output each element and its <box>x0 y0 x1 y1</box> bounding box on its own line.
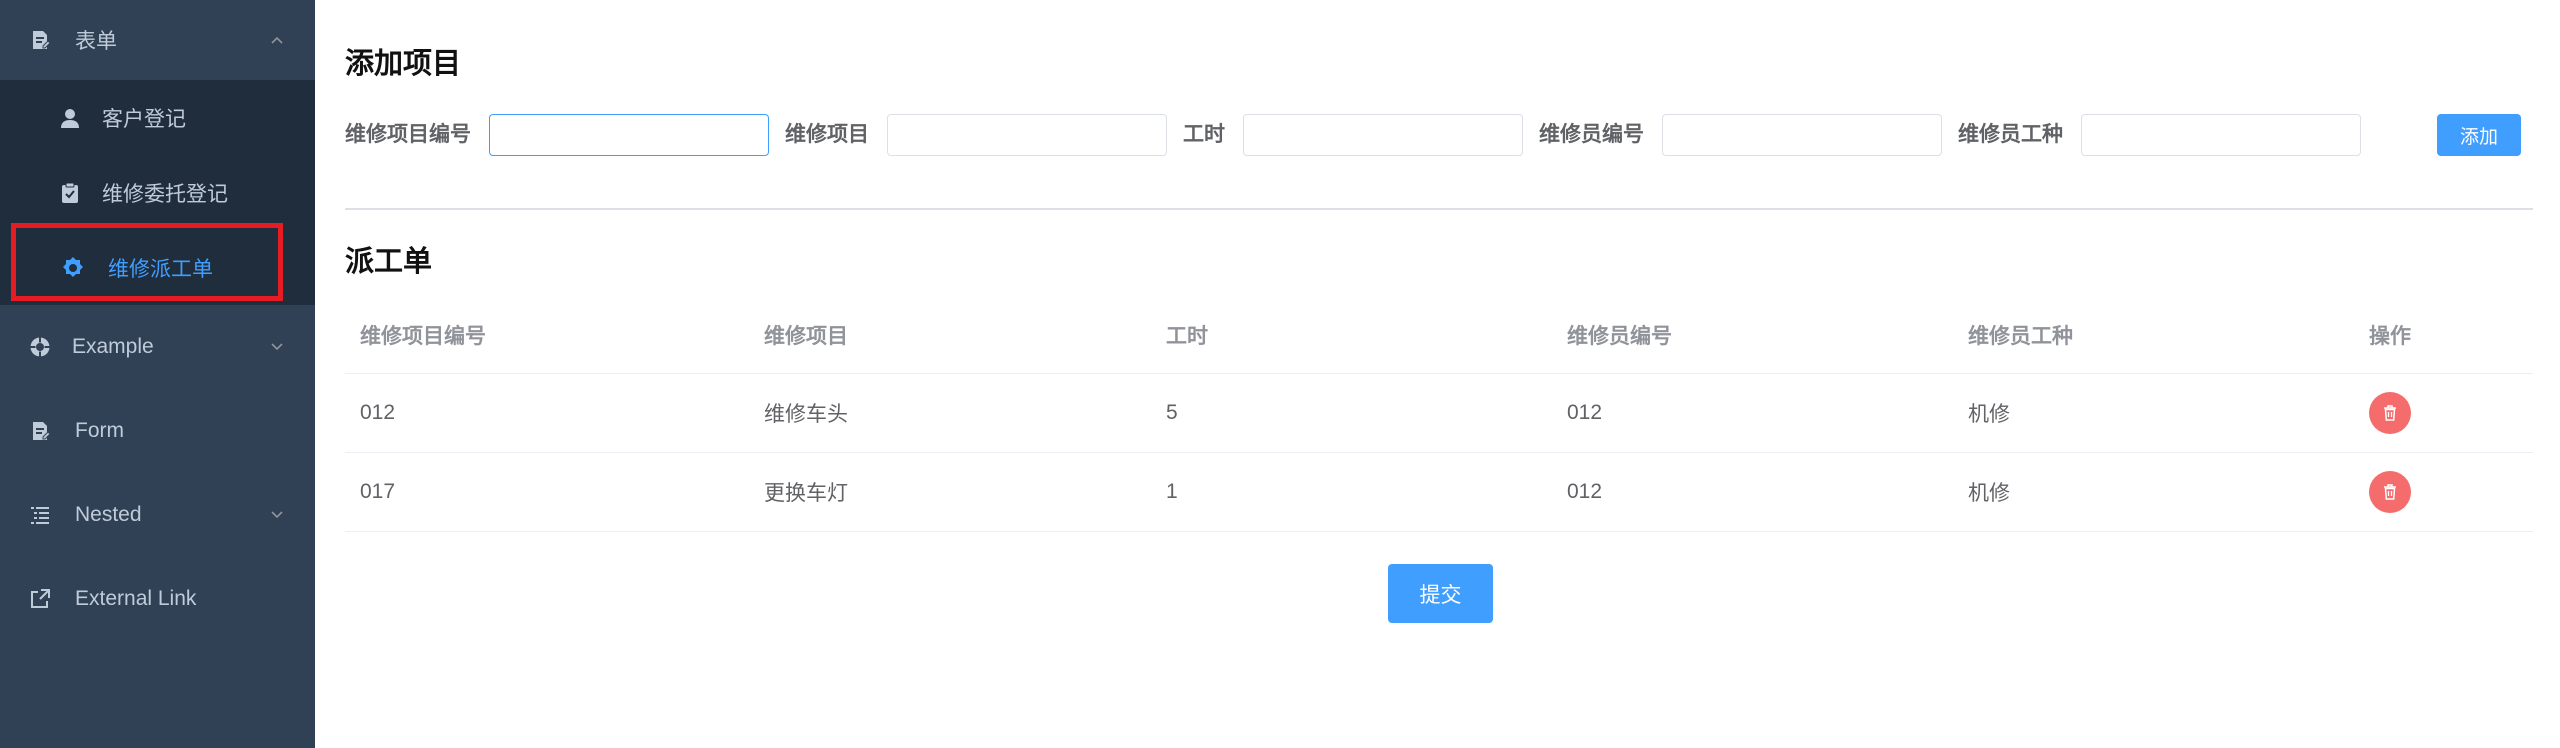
column-header: 维修员编号 <box>1567 324 1672 348</box>
cell-repairman-code: 012 <box>1567 480 1603 503</box>
repairman-code-label: 维修员编号 <box>1539 123 1644 146</box>
dispatch-order-title: 派工单 <box>345 246 433 278</box>
cell-repairman-type: 机修 <box>1968 482 2010 505</box>
submenu-item-label: 客户登记 <box>102 107 186 131</box>
cell-actions <box>2369 453 2411 531</box>
cell-repairman-type: 机修 <box>1968 403 2010 426</box>
list-tree-icon <box>27 502 53 528</box>
repair-item-code-label: 维修项目编号 <box>345 123 471 146</box>
annotation-highlight-box <box>11 223 283 301</box>
dispatch-table: 维修项目编号 维修项目 工时 维修员编号 维修员工种 操作 012 维修车头 5… <box>345 296 2533 532</box>
cell-repair-item-code: 017 <box>360 480 396 503</box>
external-link-icon <box>27 586 53 612</box>
chevron-down-icon <box>269 339 285 355</box>
menu-nested-label: Nested <box>75 503 142 526</box>
repairman-type-input[interactable] <box>2081 114 2361 156</box>
menu-form[interactable]: 表单 <box>0 0 315 80</box>
life-ring-icon <box>27 334 53 360</box>
work-hours-input[interactable] <box>1243 114 1523 156</box>
menu-nested[interactable]: Nested <box>0 473 315 557</box>
document-edit-icon <box>27 27 53 53</box>
column-header: 维修员工种 <box>1968 324 2073 348</box>
menu-form-link[interactable]: Form <box>0 389 315 473</box>
trash-icon <box>2381 404 2399 422</box>
document-edit-icon <box>27 418 53 444</box>
trash-icon <box>2381 483 2399 501</box>
cell-work-hours: 5 <box>1166 401 1178 424</box>
column-header: 维修项目 <box>764 324 848 348</box>
repair-item-label: 维修项目 <box>785 123 869 146</box>
chevron-up-icon <box>269 32 285 48</box>
user-icon <box>57 105 83 131</box>
repairman-type-label: 维修员工种 <box>1958 123 2063 146</box>
work-hours-label: 工时 <box>1183 123 1225 146</box>
cell-repair-item: 更换车灯 <box>764 482 848 505</box>
add-button[interactable]: 添加 <box>2437 114 2521 156</box>
add-item-title: 添加项目 <box>345 48 462 80</box>
delete-button[interactable] <box>2369 392 2411 434</box>
section-divider <box>345 208 2533 210</box>
main-content: 添加项目 维修项目编号 维修项目 工时 维修员编号 维修员工种 添加 派工单 维… <box>315 0 2560 748</box>
menu-form-link-label: Form <box>75 419 124 442</box>
column-header: 维修项目编号 <box>360 324 486 348</box>
cell-work-hours: 1 <box>1166 480 1178 503</box>
submenu-item-label: 维修委托登记 <box>102 182 228 206</box>
submenu-item-customer-register[interactable]: 客户登记 <box>0 80 315 155</box>
cell-actions <box>2369 374 2411 452</box>
repair-item-code-input[interactable] <box>489 114 769 156</box>
table-row: 012 维修车头 5 012 机修 <box>345 374 2533 453</box>
clipboard-check-icon <box>57 180 83 206</box>
chevron-down-icon <box>269 507 285 523</box>
table-row: 017 更换车灯 1 012 机修 <box>345 453 2533 532</box>
submit-button[interactable]: 提交 <box>1388 564 1493 623</box>
add-item-form: 维修项目编号 维修项目 工时 维修员编号 维修员工种 添加 <box>345 114 2545 156</box>
menu-external-link-label: External Link <box>75 587 197 610</box>
repair-item-input[interactable] <box>887 114 1167 156</box>
repairman-code-input[interactable] <box>1662 114 1942 156</box>
column-header: 工时 <box>1166 324 1208 348</box>
cell-repair-item: 维修车头 <box>764 403 848 426</box>
submenu-item-repair-commission[interactable]: 维修委托登记 <box>0 155 315 230</box>
menu-form-label: 表单 <box>75 30 117 53</box>
cell-repair-item-code: 012 <box>360 401 396 424</box>
cell-repairman-code: 012 <box>1567 401 1603 424</box>
sidebar: 表单 客户登记 维修委托登记 维修派工单 Example Form Nested… <box>0 0 315 748</box>
table-header: 维修项目编号 维修项目 工时 维修员编号 维修员工种 操作 <box>345 296 2533 374</box>
menu-example-label: Example <box>72 335 154 358</box>
delete-button[interactable] <box>2369 471 2411 513</box>
menu-example[interactable]: Example <box>0 305 315 389</box>
column-header: 操作 <box>2369 324 2411 348</box>
menu-external-link[interactable]: External Link <box>0 557 315 641</box>
